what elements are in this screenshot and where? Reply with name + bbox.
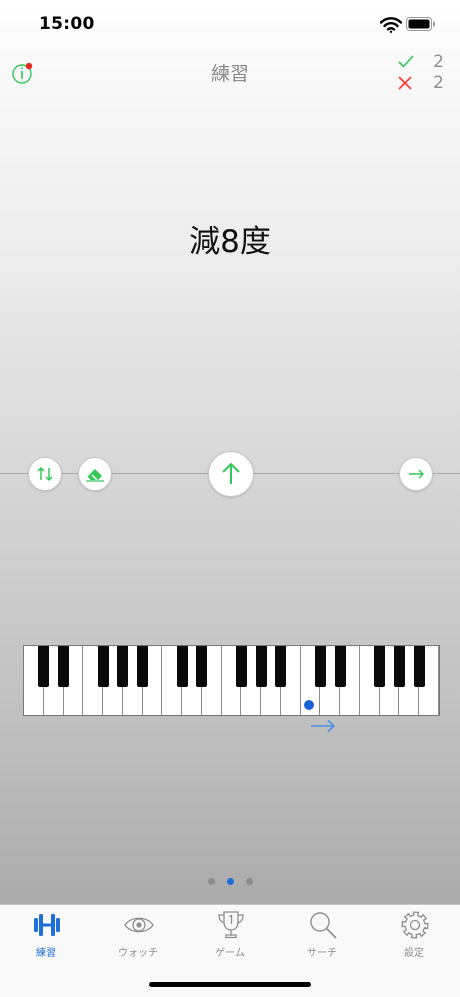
- wrong-score: 2: [398, 73, 444, 94]
- swap-button[interactable]: [28, 457, 62, 491]
- tab-practice[interactable]: 練習: [0, 905, 92, 965]
- page-dot[interactable]: [226, 878, 234, 885]
- tab-game-label: ゲーム: [215, 948, 245, 959]
- selected-key-marker: [304, 700, 314, 710]
- erase-button[interactable]: [78, 457, 112, 491]
- tab-game[interactable]: ゲーム: [184, 905, 276, 965]
- home-indicator: [149, 982, 311, 987]
- black-key[interactable]: [97, 646, 109, 687]
- interval-question: 減8度: [189, 224, 271, 260]
- black-key[interactable]: [374, 646, 386, 687]
- black-key[interactable]: [255, 646, 267, 687]
- direction-up-button[interactable]: [208, 451, 254, 497]
- arrow-right-icon: [409, 469, 424, 479]
- swap-arrows-icon: [37, 466, 53, 482]
- black-key[interactable]: [38, 646, 50, 687]
- page-dot[interactable]: [207, 878, 215, 885]
- black-key[interactable]: [314, 646, 326, 687]
- black-key[interactable]: [117, 646, 129, 687]
- magnifier-icon: [310, 912, 337, 939]
- black-key[interactable]: [58, 646, 70, 687]
- black-key[interactable]: [413, 646, 425, 687]
- page-title: 練習: [210, 63, 249, 85]
- page-dot[interactable]: [245, 878, 253, 885]
- piano-keyboard[interactable]: [23, 645, 440, 716]
- wrong-count: 2: [433, 73, 444, 93]
- eye-icon: [124, 917, 154, 933]
- eraser-icon: [86, 469, 104, 482]
- black-key[interactable]: [275, 646, 287, 687]
- wifi-icon: [380, 17, 402, 33]
- status-bar: 15:00: [0, 0, 460, 50]
- correct-count: 2: [433, 52, 444, 72]
- tab-search[interactable]: サーチ: [276, 905, 368, 965]
- dumbbell-icon: [34, 914, 60, 936]
- tab-practice-label: 練習: [36, 948, 56, 959]
- score-panel: 2 2: [398, 52, 444, 94]
- tab-settings[interactable]: 設定: [368, 905, 460, 965]
- page-indicator: [0, 878, 460, 885]
- black-key[interactable]: [334, 646, 346, 687]
- nav-bar: 練習 2 2: [0, 50, 460, 94]
- tab-settings-label: 設定: [404, 948, 424, 959]
- trophy-icon: [218, 911, 244, 939]
- black-key[interactable]: [196, 646, 208, 687]
- arrow-up-icon: [222, 462, 240, 484]
- next-button[interactable]: [399, 457, 433, 491]
- gear-icon: [401, 911, 429, 939]
- tab-search-label: サーチ: [307, 948, 337, 959]
- black-key[interactable]: [137, 646, 149, 687]
- battery-icon: [406, 17, 435, 31]
- correct-score: 2: [398, 52, 444, 73]
- black-key[interactable]: [393, 646, 405, 687]
- tab-watch-label: ウォッチ: [118, 948, 158, 959]
- tab-watch[interactable]: ウォッチ: [92, 905, 184, 965]
- black-key[interactable]: [176, 646, 188, 687]
- checkmark-icon: [398, 55, 414, 68]
- arrow-right-icon: [311, 719, 336, 733]
- black-key[interactable]: [235, 646, 247, 687]
- cross-icon: [398, 76, 412, 90]
- status-time: 15:00: [39, 14, 95, 34]
